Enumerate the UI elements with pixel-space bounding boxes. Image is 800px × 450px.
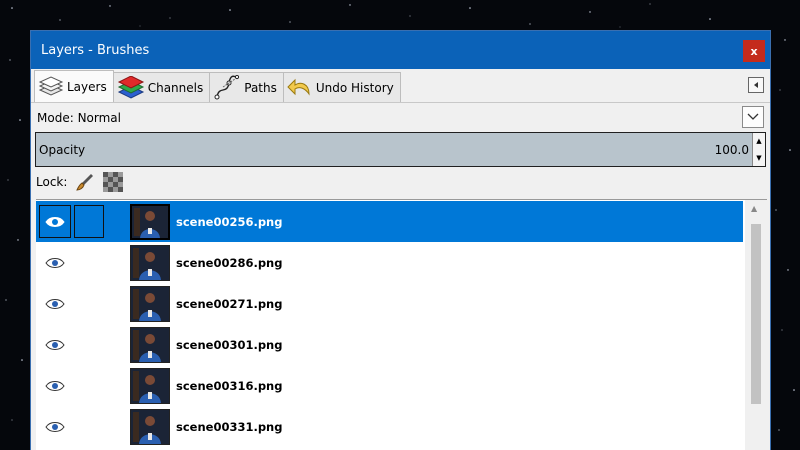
visibility-toggle[interactable] [39,205,71,238]
mode-dropdown-button[interactable] [742,106,764,128]
person-photo-icon [131,368,169,403]
tab-paths[interactable]: Paths [209,72,284,102]
layer-row[interactable]: scene00256.png [36,201,743,242]
tab-undo-history[interactable]: Undo History [282,72,401,102]
layer-row[interactable]: scene00271.png [36,283,743,324]
eye-icon [45,421,65,432]
visibility-toggle[interactable] [39,369,71,402]
layer-thumbnail [130,367,170,404]
tab-label: Paths [244,80,277,95]
dock-tabs: Layers Channels Paths Undo History [31,69,770,103]
layer-name: scene00301.png [176,337,283,352]
close-icon: x [750,44,758,58]
mode-value: Normal [77,110,121,125]
layer-thumbnail [130,326,170,363]
person-photo-icon [131,245,169,280]
chain-toggle[interactable] [74,205,104,238]
visibility-toggle[interactable] [39,246,71,279]
eye-icon [45,339,65,350]
chain-toggle[interactable] [74,328,104,361]
layer-row[interactable]: scene00331.png [36,406,743,447]
layer-thumbnail [130,285,170,322]
chain-toggle[interactable] [74,410,104,443]
eye-icon [45,298,65,309]
visibility-toggle[interactable] [39,410,71,443]
undo-history-icon [287,78,310,96]
chevron-down-icon [747,113,759,120]
eye-icon [45,257,65,268]
mode-label: Mode: [37,110,74,125]
eye-icon [45,216,65,227]
visibility-toggle[interactable] [39,287,71,320]
layer-name: scene00331.png [176,419,283,434]
person-photo-icon [131,409,169,444]
scrollbar-thumb[interactable] [751,224,761,404]
tab-label: Channels [147,80,204,95]
channels-icon [117,75,144,99]
opacity-spinner[interactable]: ▲ ▼ [752,133,765,166]
close-button[interactable]: x [743,40,765,62]
layer-name: scene00316.png [176,378,283,393]
tab-menu-button[interactable] [748,77,764,93]
mode-selector[interactable]: Mode: Normal [31,103,770,132]
layer-name: scene00256.png [176,214,283,229]
chain-toggle[interactable] [74,246,104,279]
person-photo-icon [131,286,169,321]
layer-thumbnail [130,244,170,281]
lock-label: Lock: [36,175,68,189]
layer-thumbnail [130,408,170,445]
layer-list: scene00256.png scene00286.png scene00271… [36,199,767,450]
tab-label: Layers [67,79,107,94]
person-photo-icon [131,327,169,362]
tab-layers[interactable]: Layers [34,70,114,102]
tab-channels[interactable]: Channels [112,72,211,102]
scroll-up-icon[interactable]: ▲ [751,204,757,213]
tab-label: Undo History [315,80,394,95]
layer-name: scene00286.png [176,255,283,270]
layer-row[interactable]: scene00301.png [36,324,743,365]
layers-dialog: Layers - Brushes x Layers Channels Paths… [30,30,771,450]
person-photo-icon [132,205,168,238]
layer-thumbnail [130,203,170,240]
layer-row[interactable]: scene00316.png [36,365,743,406]
spin-up-icon[interactable]: ▲ [756,137,761,145]
opacity-value: 100.0 [714,143,749,157]
window-title: Layers - Brushes [41,42,150,58]
chain-toggle[interactable] [74,287,104,320]
visibility-toggle[interactable] [39,328,71,361]
spin-down-icon[interactable]: ▼ [756,154,761,162]
lock-row: Lock: [31,167,770,197]
lock-alpha-checker-icon[interactable] [103,172,124,192]
opacity-slider[interactable]: Opacity 100.0 ▲ ▼ [35,132,766,167]
triangle-left-icon [754,82,758,88]
opacity-label: Opacity [39,143,86,157]
layer-list-scrollbar[interactable]: ▲ [745,200,767,450]
layer-name: scene00271.png [176,296,283,311]
layers-icon [38,75,64,96]
layer-row[interactable]: scene00286.png [36,242,743,283]
paths-icon [214,74,240,99]
eye-icon [45,380,65,391]
chain-toggle[interactable] [74,369,104,402]
title-bar[interactable]: Layers - Brushes x [31,31,770,69]
lock-pixels-brush-icon[interactable] [75,172,95,192]
